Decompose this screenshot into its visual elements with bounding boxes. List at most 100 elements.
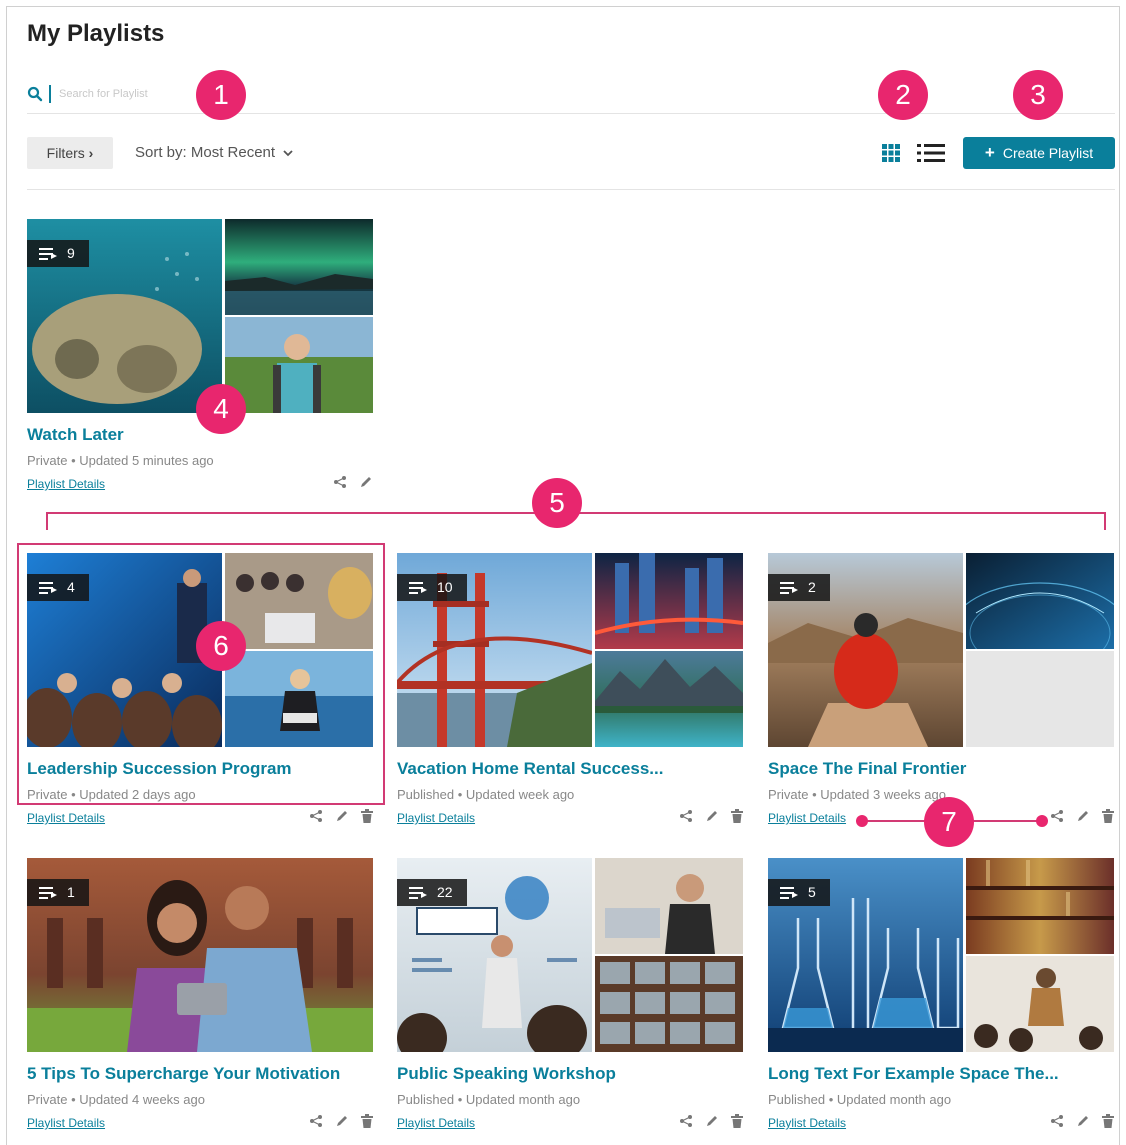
sort-label: Sort by: Most Recent	[135, 144, 276, 161]
playlist-meta: Published • Updated month ago	[768, 1092, 952, 1107]
annotation-dot	[1036, 815, 1048, 827]
share-icon[interactable]	[679, 1114, 693, 1128]
playlist-icon	[409, 581, 427, 594]
plus-icon: +	[984, 143, 995, 162]
thumbnail-image	[966, 858, 1114, 954]
trash-icon[interactable]	[361, 809, 373, 823]
thumbnail-image	[225, 317, 373, 413]
card-footer: Playlist Details	[397, 1114, 743, 1130]
card-actions	[679, 809, 743, 823]
annotation-dot	[856, 815, 868, 827]
playlist-thumbnails[interactable]: 2	[768, 553, 1114, 747]
video-count-badge: 9	[27, 240, 89, 267]
playlist-card[interactable]: 10 Vacation Home Rental Success... Publi…	[397, 553, 743, 825]
share-icon[interactable]	[309, 1114, 323, 1128]
page-title: My Playlists	[27, 20, 165, 47]
grid-view-icon[interactable]	[881, 143, 901, 163]
toolbar: Filters › Sort by: Most Recent + Create P…	[27, 134, 1115, 190]
thumbnail-image	[595, 651, 743, 747]
video-count-badge: 5	[768, 879, 830, 906]
video-count: 1	[67, 884, 75, 900]
video-count-badge: 2	[768, 574, 830, 601]
trash-icon[interactable]	[731, 809, 743, 823]
playlist-thumbnails[interactable]: 22	[397, 858, 743, 1052]
share-icon[interactable]	[333, 475, 347, 489]
edit-icon[interactable]	[705, 809, 719, 823]
playlist-card[interactable]: 2 Space The Final Frontier Private • Upd…	[768, 553, 1114, 825]
edit-icon[interactable]	[335, 809, 349, 823]
video-count-badge: 1	[27, 879, 89, 906]
playlist-title[interactable]: Public Speaking Workshop	[397, 1064, 743, 1084]
playlist-thumbnails[interactable]: 1	[27, 858, 373, 1052]
share-icon[interactable]	[679, 809, 693, 823]
edit-icon[interactable]	[1076, 809, 1090, 823]
filters-button[interactable]: Filters ›	[27, 137, 113, 169]
video-count: 22	[437, 884, 453, 900]
video-count-badge: 22	[397, 879, 467, 906]
playlist-title[interactable]: Vacation Home Rental Success...	[397, 759, 743, 779]
chevron-down-icon	[283, 150, 293, 157]
share-icon[interactable]	[309, 809, 323, 823]
trash-icon[interactable]	[1102, 809, 1114, 823]
playlist-meta: Private • Updated 4 weeks ago	[27, 1092, 205, 1107]
card-actions	[309, 809, 373, 823]
share-icon[interactable]	[1050, 809, 1064, 823]
thumbnail-image	[595, 553, 743, 649]
playlist-details-link[interactable]: Playlist Details	[27, 477, 105, 491]
video-count-badge: 10	[397, 574, 467, 601]
search-icon[interactable]	[27, 86, 43, 102]
trash-icon[interactable]	[731, 1114, 743, 1128]
playlist-meta: Published • Updated week ago	[397, 787, 575, 802]
edit-icon[interactable]	[1076, 1114, 1090, 1128]
playlist-thumbnails[interactable]: 9	[27, 219, 373, 413]
thumbnail-image	[966, 553, 1114, 649]
trash-icon[interactable]	[361, 1114, 373, 1128]
playlist-details-link[interactable]: Playlist Details	[27, 811, 105, 825]
edit-icon[interactable]	[335, 1114, 349, 1128]
playlist-title[interactable]: Long Text For Example Space The...	[768, 1064, 1114, 1084]
callout-4: 4	[196, 384, 246, 434]
playlist-icon	[780, 886, 798, 899]
playlist-details-link[interactable]: Playlist Details	[397, 811, 475, 825]
callout-1: 1	[196, 70, 246, 120]
playlist-card[interactable]: 1 5 Tips To Supercharge Your Motivation …	[27, 858, 373, 1130]
card-actions	[679, 1114, 743, 1128]
playlist-icon	[409, 886, 427, 899]
list-view-icon[interactable]	[917, 142, 945, 164]
playlist-card-watch-later[interactable]: 9 Watch Later Private • Updated 5 minute…	[27, 219, 373, 491]
playlist-thumbnails[interactable]: 10	[397, 553, 743, 747]
playlist-card[interactable]: 22 Public Speaking Workshop Published • …	[397, 858, 743, 1130]
annotation-highlight-box	[17, 543, 385, 805]
edit-icon[interactable]	[359, 475, 373, 489]
video-count: 5	[808, 884, 816, 900]
video-count: 9	[67, 245, 75, 261]
playlist-details-link[interactable]: Playlist Details	[397, 1116, 475, 1130]
trash-icon[interactable]	[1102, 1114, 1114, 1128]
thumbnail-image	[966, 956, 1114, 1052]
playlist-title[interactable]: Space The Final Frontier	[768, 759, 1114, 779]
card-footer: Playlist Details	[27, 1114, 373, 1130]
search-cursor	[49, 85, 51, 103]
card-footer: Playlist Details	[768, 1114, 1114, 1130]
thumbnail-image	[595, 858, 743, 954]
card-actions	[1050, 809, 1114, 823]
sort-dropdown[interactable]: Sort by: Most Recent	[135, 144, 293, 161]
playlist-thumbnails[interactable]: 5	[768, 858, 1114, 1052]
card-footer: Playlist Details	[397, 809, 743, 825]
create-playlist-button[interactable]: + Create Playlist	[963, 137, 1115, 169]
playlist-title[interactable]: Watch Later	[27, 425, 373, 445]
playlist-icon	[780, 581, 798, 594]
share-icon[interactable]	[1050, 1114, 1064, 1128]
callout-2: 2	[878, 70, 928, 120]
thumbnail-image	[225, 219, 373, 315]
callout-6: 6	[196, 621, 246, 671]
card-actions	[333, 475, 373, 489]
playlist-title[interactable]: 5 Tips To Supercharge Your Motivation	[27, 1064, 373, 1084]
video-count: 10	[437, 579, 453, 595]
edit-icon[interactable]	[705, 1114, 719, 1128]
playlist-details-link[interactable]: Playlist Details	[768, 811, 846, 825]
search-bar	[27, 80, 1115, 114]
playlist-card[interactable]: 5 Long Text For Example Space The... Pub…	[768, 858, 1114, 1130]
playlist-details-link[interactable]: Playlist Details	[27, 1116, 105, 1130]
playlist-details-link[interactable]: Playlist Details	[768, 1116, 846, 1130]
